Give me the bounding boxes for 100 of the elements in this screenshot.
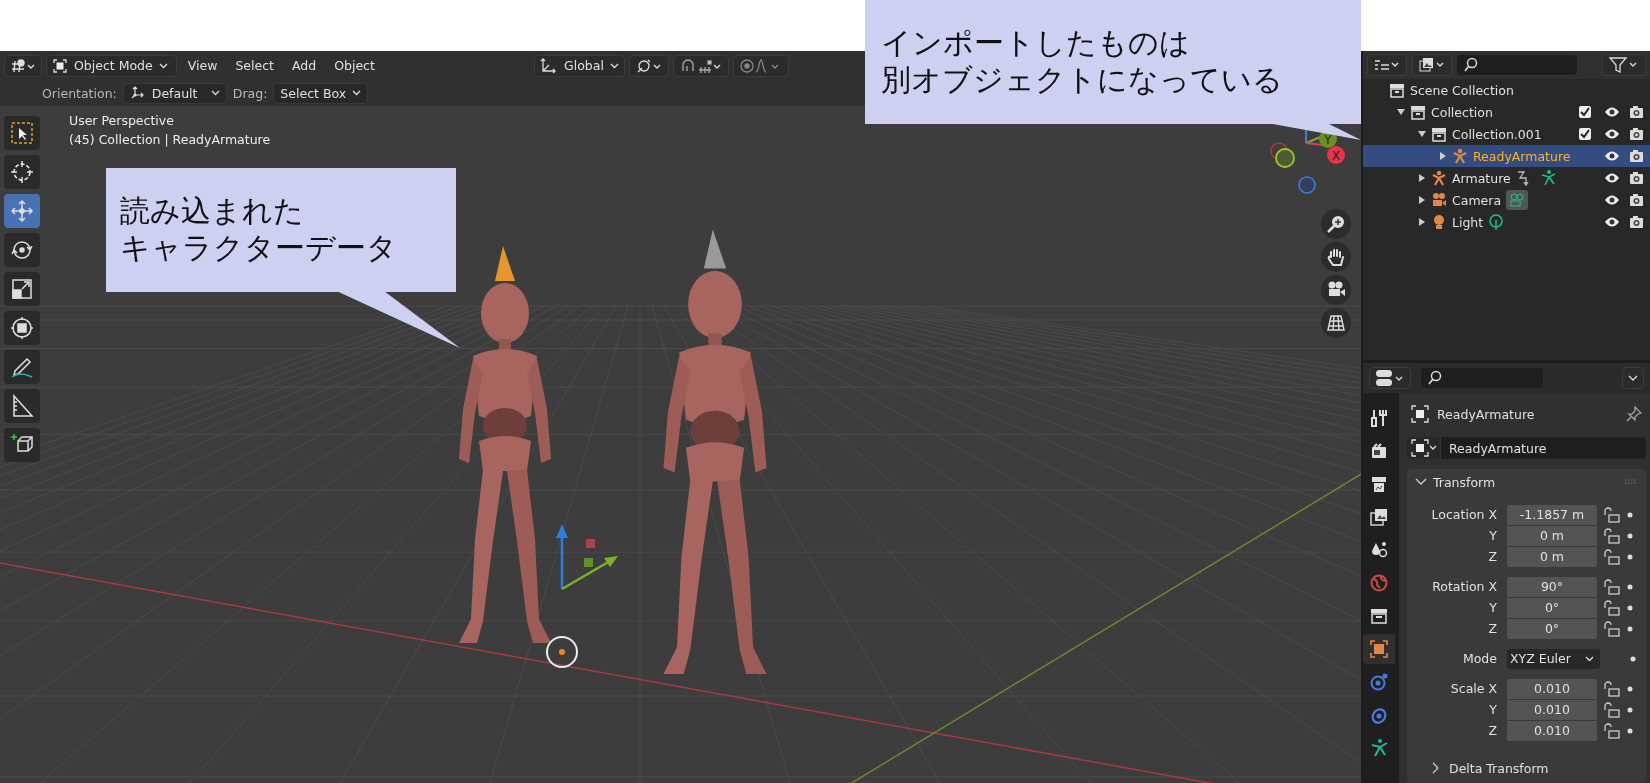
eye-icon[interactable]	[1604, 128, 1620, 140]
outliner-item[interactable]: ReadyArmature	[1363, 145, 1650, 167]
light-data-icon[interactable]	[1488, 213, 1505, 231]
filter-mode-button[interactable]	[1412, 54, 1452, 76]
eye-icon[interactable]	[1604, 172, 1620, 184]
number-field[interactable]: 0°	[1507, 618, 1597, 639]
lock-icon[interactable]	[1603, 548, 1621, 565]
render-camera-icon[interactable]	[1629, 215, 1644, 229]
keyframe-dot-icon[interactable]	[1627, 685, 1633, 692]
search-field[interactable]	[1457, 55, 1577, 75]
eye-icon[interactable]	[1604, 150, 1620, 162]
menu-item[interactable]: Select	[228, 54, 281, 77]
pin-icon[interactable]	[1626, 406, 1642, 422]
search-field[interactable]	[1421, 368, 1543, 388]
outliner-item[interactable]: Collection.001	[1363, 123, 1650, 145]
keyframe-dot-icon[interactable]	[1627, 706, 1633, 713]
rotate-tool-button[interactable]	[4, 233, 40, 267]
number-field[interactable]: 0 m	[1507, 546, 1597, 567]
keyframe-dot-icon[interactable]	[1627, 583, 1633, 590]
filter-button[interactable]	[1602, 54, 1646, 76]
disclosure-triangle-icon[interactable]	[1439, 152, 1447, 160]
select-tool-button[interactable]	[4, 116, 40, 150]
number-field[interactable]: 0°	[1507, 597, 1597, 618]
render-camera-icon[interactable]	[1629, 149, 1644, 163]
exclude-checkbox[interactable]	[1579, 128, 1591, 140]
disclosure-triangle-icon[interactable]	[1418, 218, 1426, 226]
add-tool-button[interactable]	[4, 428, 40, 462]
keyframe-dot-icon[interactable]	[1627, 625, 1633, 632]
mode-dropdown[interactable]: XYZ Euler	[1507, 648, 1600, 669]
measure-tool-button[interactable]	[4, 389, 40, 423]
number-field[interactable]: 0.010	[1507, 699, 1597, 720]
eye-icon[interactable]	[1604, 216, 1620, 228]
outliner-item[interactable]: Camera	[1363, 189, 1650, 211]
annotate-tool-button[interactable]	[4, 350, 40, 384]
object-browse-button[interactable]	[1407, 437, 1441, 459]
pose-icon[interactable]	[1515, 169, 1558, 187]
eye-icon[interactable]	[1604, 194, 1620, 206]
number-field[interactable]: 0.010	[1507, 720, 1597, 741]
camera-view-button[interactable]	[1321, 275, 1351, 305]
pivot-point-button[interactable]	[628, 54, 669, 77]
render-camera-icon[interactable]	[1629, 127, 1644, 141]
drag-handle-icon[interactable]	[1624, 479, 1638, 485]
lock-icon[interactable]	[1603, 506, 1621, 523]
camera-data-icon[interactable]	[1506, 190, 1529, 210]
transform-tool-button[interactable]	[4, 311, 40, 345]
transform-orientation-dropdown[interactable]: Global	[534, 54, 625, 77]
number-field[interactable]: 0 m	[1507, 525, 1597, 546]
panel-header[interactable]: Transform	[1407, 469, 1646, 495]
property-label: Y	[1488, 702, 1498, 717]
eye-icon[interactable]	[1604, 106, 1620, 118]
render-camera-icon[interactable]	[1629, 105, 1644, 119]
lock-icon[interactable]	[1603, 578, 1621, 595]
pan-button[interactable]	[1321, 242, 1351, 272]
disclosure-triangle-icon[interactable]	[1418, 196, 1426, 204]
lock-icon[interactable]	[1603, 722, 1621, 739]
keyframe-dot-icon[interactable]	[1627, 604, 1633, 611]
keyframe-dot-icon[interactable]	[1630, 655, 1636, 662]
outliner-item[interactable]: Scene Collection	[1363, 79, 1650, 101]
number-field[interactable]: 90°	[1507, 576, 1597, 597]
keyframe-dot-icon[interactable]	[1627, 727, 1633, 734]
menu-item[interactable]: View	[180, 54, 225, 77]
editor-type-button[interactable]	[4, 54, 42, 77]
outliner-item[interactable]: Collection	[1363, 101, 1650, 123]
render-camera-icon[interactable]	[1629, 171, 1644, 185]
orientation-label: Orientation:	[42, 85, 117, 101]
editor-type-button[interactable]	[1369, 367, 1411, 389]
menu-item[interactable]: Object	[327, 54, 382, 77]
menu-item[interactable]: Add	[285, 54, 324, 77]
cursor-tool-button[interactable]	[4, 155, 40, 189]
lock-icon[interactable]	[1603, 599, 1621, 616]
keyframe-dot-icon[interactable]	[1627, 511, 1633, 518]
scale-tool-button[interactable]	[4, 272, 40, 306]
projection-button[interactable]	[1321, 308, 1351, 338]
render-camera-icon[interactable]	[1629, 193, 1644, 207]
number-field[interactable]: -1.1857 m	[1507, 504, 1597, 525]
zoom-button[interactable]	[1321, 209, 1351, 239]
snapping-button[interactable]	[672, 54, 729, 77]
outliner-item[interactable]: Light	[1363, 211, 1650, 233]
keyframe-dot-icon[interactable]	[1627, 553, 1633, 560]
keyframe-dot-icon[interactable]	[1627, 532, 1633, 539]
exclude-checkbox[interactable]	[1579, 106, 1591, 118]
mode-dropdown[interactable]: Object Mode	[46, 54, 177, 77]
disclosure-triangle-icon[interactable]	[1418, 130, 1426, 138]
lock-icon[interactable]	[1603, 680, 1621, 697]
disclosure-triangle-icon[interactable]	[1397, 108, 1405, 116]
drag-dropdown[interactable]: Select Box	[273, 82, 369, 104]
disclosure-triangle-icon[interactable]	[1418, 174, 1426, 182]
outliner-item[interactable]: Armature	[1363, 167, 1650, 189]
proportional-editing-button[interactable]	[732, 54, 789, 77]
options-dropdown[interactable]	[1622, 367, 1644, 389]
lock-icon[interactable]	[1603, 620, 1621, 637]
orientation-dropdown[interactable]: Default	[122, 82, 227, 104]
lock-icon[interactable]	[1603, 527, 1621, 544]
display-mode-button[interactable]	[1367, 54, 1407, 76]
object-tab[interactable]	[1363, 634, 1395, 664]
panel-header[interactable]: Delta Transform	[1407, 757, 1646, 779]
lock-icon[interactable]	[1603, 701, 1621, 718]
object-name-field[interactable]: ReadyArmature	[1441, 437, 1646, 459]
number-field[interactable]: 0.010	[1507, 678, 1597, 699]
move-tool-button[interactable]	[4, 194, 40, 228]
